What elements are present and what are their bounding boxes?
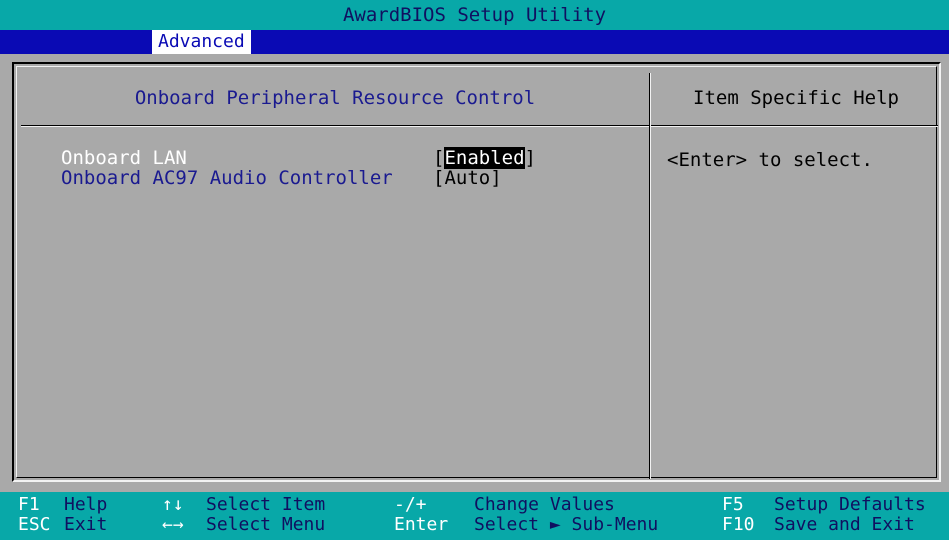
option-onboard-lan-value[interactable]: [Enabled]	[433, 147, 536, 169]
option-onboard-lan-label[interactable]: Onboard LAN	[61, 147, 187, 169]
panel-title: Onboard Peripheral Resource Control	[134, 87, 536, 109]
key-leftright-desc: Select Menu	[206, 514, 326, 535]
key-f10-desc: Save and Exit	[774, 514, 915, 535]
help-title: Item Specific Help	[693, 87, 899, 109]
title-bar: AwardBIOS Setup Utility	[0, 0, 949, 30]
key-enter: Enter	[394, 514, 449, 535]
key-f5-desc: Setup Defaults	[774, 494, 926, 515]
key-minus-plus-desc: Change Values	[474, 494, 615, 515]
key-f1: F1	[18, 494, 40, 515]
key-esc: ESC	[18, 514, 51, 535]
option-ac97-audio-label[interactable]: Onboard AC97 Audio Controller	[61, 167, 393, 189]
app-title: AwardBIOS Setup Utility	[342, 4, 607, 26]
header-divider	[21, 125, 938, 127]
option-ac97-audio-value-text[interactable]: Auto	[444, 167, 490, 189]
key-esc-desc: Exit	[64, 514, 108, 535]
key-leftright-icon: ←→	[162, 514, 184, 535]
key-f10: F10	[722, 514, 755, 535]
option-ac97-audio-value[interactable]: [Auto]	[433, 167, 502, 189]
key-f1-desc: Help	[64, 494, 108, 515]
help-text: <Enter> to select.	[667, 149, 873, 171]
column-divider	[649, 73, 651, 479]
key-f5: F5	[722, 494, 744, 515]
tab-advanced[interactable]: Advanced	[152, 30, 251, 54]
option-onboard-lan-value-text[interactable]: Enabled	[444, 147, 525, 169]
key-updown-icon: ↑↓	[162, 494, 184, 515]
key-updown-desc: Select Item	[206, 494, 326, 515]
menu-bar: Advanced	[0, 30, 949, 54]
key-enter-desc: Select ► Sub-Menu	[474, 514, 659, 535]
settings-frame-inner: Onboard Peripheral Resource Control Item…	[16, 66, 938, 479]
settings-frame: Onboard Peripheral Resource Control Item…	[12, 62, 941, 482]
main-screen: Onboard Peripheral Resource Control Item…	[0, 54, 949, 492]
key-minus-plus: -/+	[394, 494, 427, 515]
key-legend: F1 Help ESC Exit ↑↓ Select Item ←→ Selec…	[0, 492, 949, 540]
